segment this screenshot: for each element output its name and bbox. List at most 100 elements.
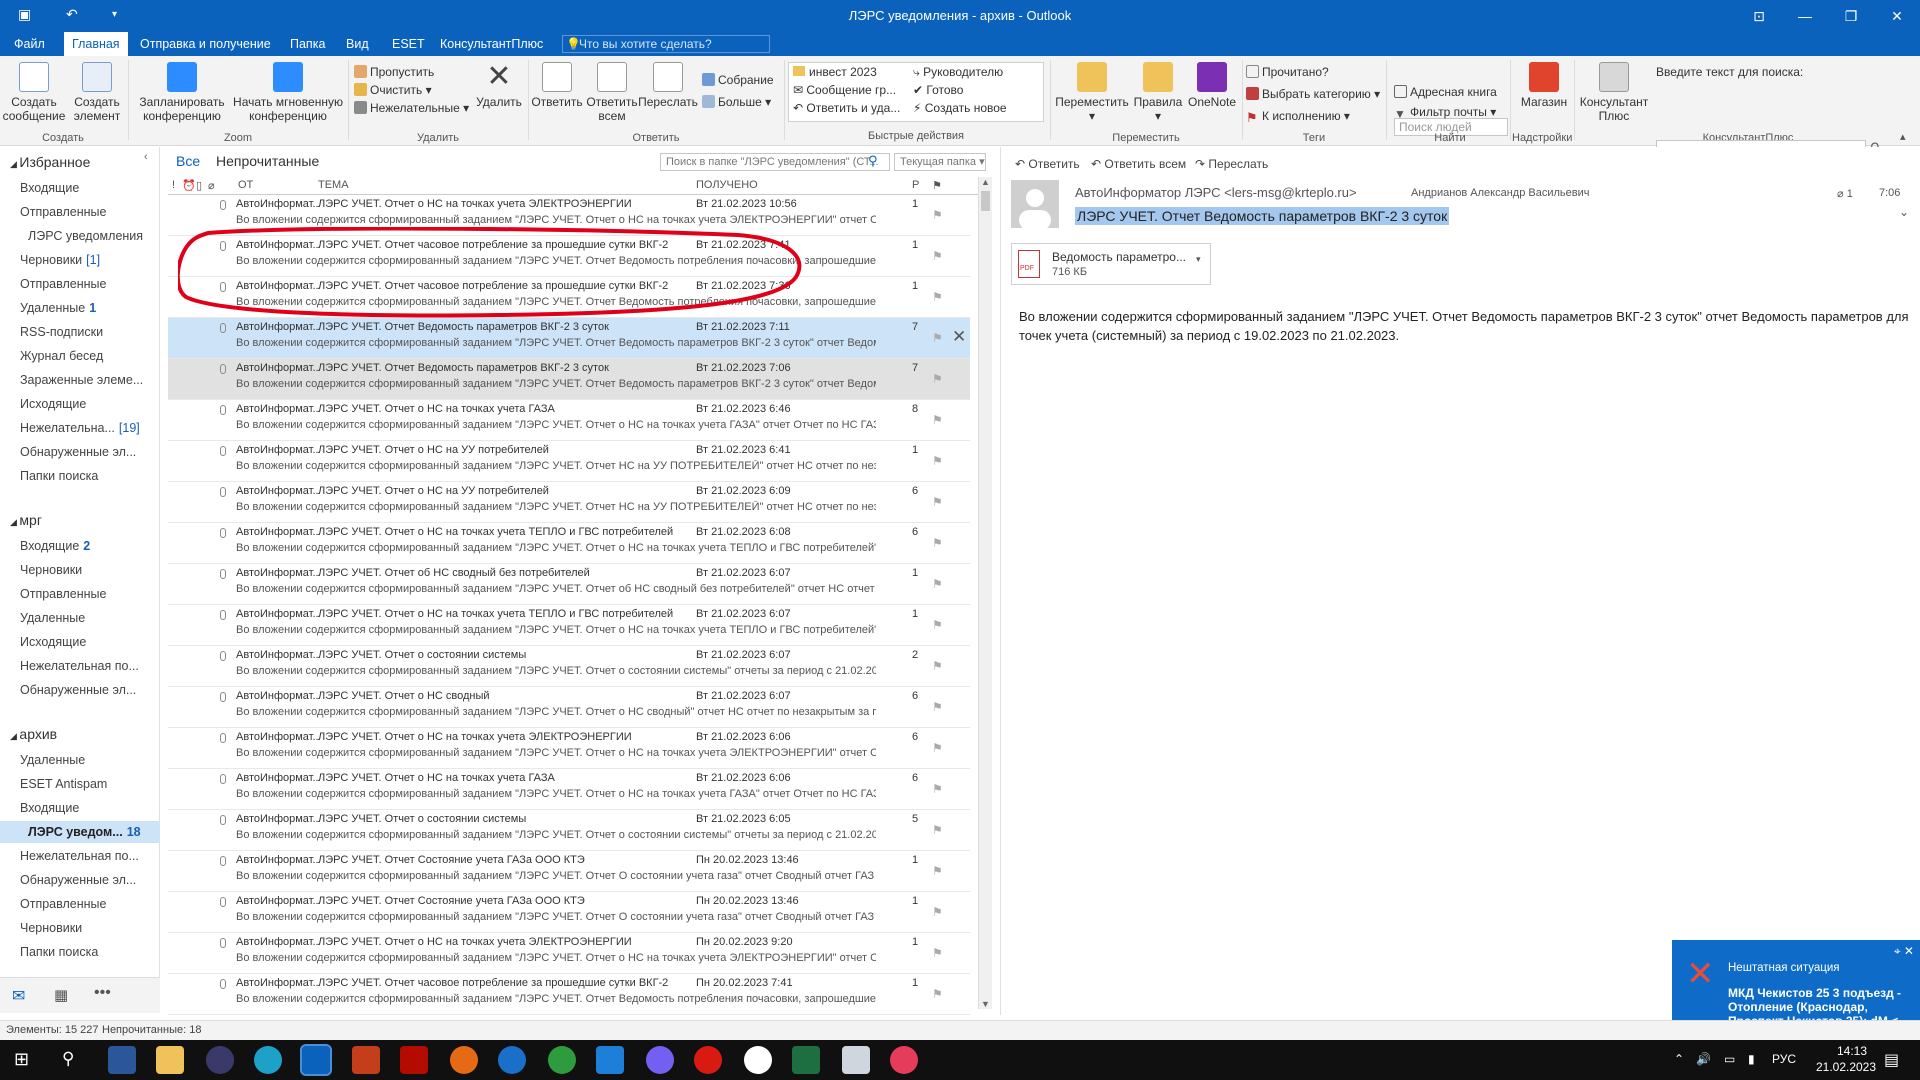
delete-row-icon[interactable]: ✕ — [952, 327, 966, 347]
tab-consultantplus[interactable]: КонсультантПлюс — [432, 32, 551, 56]
nav-folder-item[interactable]: ЛЭРС уведом... 18 — [0, 821, 160, 843]
nav-header[interactable]: ◢ архив — [0, 723, 160, 745]
nav-folder-item[interactable]: Черновики — [0, 559, 160, 581]
tab-eset[interactable]: ESET — [384, 32, 433, 56]
message-row[interactable]: АвтоИнформат... ЛЭРС УЧЕТ. Отчет о состоя… — [168, 646, 970, 687]
nav-folder-item[interactable]: Папки поиска — [0, 941, 160, 963]
attachment-card[interactable]: PDF Ведомость параметро... 716 КБ ▾ — [1011, 243, 1211, 285]
nav-folder-item[interactable]: Удаленные — [0, 749, 160, 771]
schedule-meeting-button[interactable]: Запланировать конференцию — [134, 62, 230, 123]
nav-folder-item[interactable]: Обнаруженные эл... — [0, 441, 160, 463]
scroll-up-icon[interactable]: ▲ — [981, 177, 990, 187]
message-row[interactable]: АвтоИнформат... ЛЭРС УЧЕТ. Отчет о НС на … — [168, 933, 970, 974]
battery-icon[interactable]: ▮ — [1748, 1052, 1755, 1066]
search-scope-select[interactable]: Текущая папка ▾ — [894, 153, 986, 171]
tab-folder[interactable]: Папка — [282, 32, 333, 56]
icon-col-icon[interactable]: ▯ — [196, 179, 202, 192]
message-row[interactable]: АвтоИнформат... ЛЭРС УЧЕТ. Отчет о НС на … — [168, 769, 970, 810]
reminder-col-icon[interactable]: ⏰ — [182, 179, 196, 192]
app-drop-icon[interactable] — [890, 1046, 918, 1074]
nav-folder-item[interactable]: ЛЭРС уведомления — [0, 225, 160, 247]
list-scrollbar[interactable]: ▲ ▼ — [978, 177, 992, 1009]
more-respond-button[interactable]: Больше ▾ — [702, 94, 771, 110]
tab-file[interactable]: Файл — [6, 32, 53, 56]
clock-date[interactable]: 21.02.2023 — [1806, 1060, 1886, 1074]
quick-step-team-email[interactable]: ✉ Сообщение гр... — [793, 83, 896, 97]
outlook-icon[interactable] — [300, 1044, 332, 1076]
sender-address[interactable]: АвтоИнформатор ЛЭРС <lers-msg@krteplo.ru… — [1075, 185, 1357, 200]
scroll-down-icon[interactable]: ▼ — [981, 999, 990, 1009]
flag-icon[interactable]: ⚑ — [932, 290, 944, 304]
store-button[interactable]: Магазин — [1516, 62, 1572, 109]
message-row[interactable]: АвтоИнформат... ЛЭРС УЧЕТ. Отчет о НС сво… — [168, 687, 970, 728]
word-icon[interactable] — [108, 1046, 136, 1074]
yandex-browser-icon[interactable] — [744, 1046, 772, 1074]
nav-header[interactable]: ◢ мрг — [0, 509, 160, 531]
categorize-button[interactable]: Выбрать категорию ▾ — [1246, 86, 1380, 102]
nav-folder-item[interactable]: Входящие — [0, 177, 160, 199]
file-explorer-icon[interactable] — [156, 1046, 184, 1074]
flag-col-icon[interactable]: ⚑ — [932, 179, 942, 192]
attachment-dropdown-icon[interactable]: ▾ — [1196, 254, 1201, 265]
tab-view[interactable]: Вид — [338, 32, 377, 56]
message-row[interactable]: АвтоИнформат... ЛЭРС УЧЕТ. Отчет Ведомост… — [168, 318, 970, 359]
expand-arrow-icon[interactable]: ◢ — [10, 517, 19, 527]
address-book-button[interactable]: Адресная книга — [1394, 84, 1497, 100]
flag-icon[interactable]: ⚑ — [932, 454, 944, 468]
tray-overflow-icon[interactable]: ⌃ — [1674, 1052, 1684, 1066]
expand-arrow-icon[interactable]: ◢ — [10, 731, 19, 741]
read-unread-button[interactable]: Прочитано? — [1246, 64, 1329, 80]
app-globe-icon[interactable] — [206, 1046, 234, 1074]
toast-close-icon[interactable]: ⌖ ✕ — [1894, 944, 1914, 959]
message-row[interactable]: АвтоИнформат... ЛЭРС УЧЕТ. Отчет об НС св… — [168, 564, 970, 605]
flag-icon[interactable]: ⚑ — [932, 372, 944, 386]
excel-icon[interactable] — [792, 1046, 820, 1074]
junk-button[interactable]: Нежелательные ▾ — [354, 100, 469, 116]
minimize-button[interactable]: — — [1782, 0, 1828, 32]
nav-folder-item[interactable]: Черновики — [0, 917, 160, 939]
taskbar-search-icon[interactable]: ⚲ — [62, 1049, 74, 1069]
quick-step-reply-delete[interactable]: ↶ Ответить и уда... — [793, 101, 900, 115]
nav-folder-item[interactable]: Отправленные — [0, 583, 160, 605]
message-row[interactable]: АвтоИнформат... ЛЭРС УЧЕТ. Отчет часовое … — [168, 974, 970, 1015]
attachment-col-icon[interactable]: ⌀ — [208, 179, 215, 192]
nav-folder-item[interactable]: Обнаруженные эл... — [0, 679, 160, 701]
flag-icon[interactable]: ⚑ — [932, 741, 944, 755]
nav-folder-item[interactable]: Исходящие — [0, 631, 160, 653]
quick-step-invest[interactable]: инвест 2023 — [793, 65, 877, 79]
flag-icon[interactable]: ⚑ — [932, 618, 944, 632]
edge-icon[interactable] — [254, 1046, 282, 1074]
nav-folder-item[interactable]: Нежелательная по... — [0, 845, 160, 867]
meeting-button[interactable]: Собрание — [702, 72, 774, 88]
notifications-icon[interactable]: ▤ — [1884, 1050, 1899, 1070]
nav-folder-item[interactable]: Черновики [1] — [0, 249, 160, 271]
nav-folder-item[interactable]: Отправленные — [0, 273, 160, 295]
nav-folder-item[interactable]: Зараженные элеме... — [0, 369, 160, 391]
nav-folder-item[interactable]: Папки поиска — [0, 465, 160, 487]
tell-me-input[interactable]: 💡 Что вы хотите сделать? — [562, 35, 770, 53]
flag-icon[interactable]: ⚑ — [932, 577, 944, 591]
chrome-icon[interactable] — [548, 1046, 576, 1074]
restore-button[interactable]: ❐ — [1828, 0, 1874, 32]
powerpoint-icon[interactable] — [352, 1046, 380, 1074]
quick-step-manager[interactable]: ⤷ Руководителю — [913, 65, 1003, 80]
quick-step-create-new[interactable]: ⚡ Создать новое — [913, 101, 1007, 115]
col-from[interactable]: ОТ — [238, 179, 253, 191]
folder-search-input[interactable]: Поиск в папке "ЛЭРС уведомления" (СТ... — [660, 153, 890, 171]
nav-folder-item[interactable]: Обнаруженные эл... — [0, 869, 160, 891]
message-row[interactable]: АвтоИнформат... ЛЭРС УЧЕТ. Отчет о НС на … — [168, 523, 970, 564]
message-row[interactable]: АвтоИнформат... ЛЭРС УЧЕТ. Отчет о НС на … — [168, 482, 970, 523]
flag-icon[interactable]: ⚑ — [932, 987, 944, 1001]
flag-icon[interactable]: ⚑ — [932, 905, 944, 919]
collapse-ribbon-icon[interactable]: ▴ — [1900, 130, 1906, 143]
filter-unread[interactable]: Непрочитанные — [216, 153, 319, 169]
forward-button[interactable]: Переслать — [638, 62, 698, 109]
message-row[interactable]: АвтоИнформат... ЛЭРС УЧЕТ. Отчет о НС на … — [168, 400, 970, 441]
nav-folder-item[interactable]: RSS-подписки — [0, 321, 160, 343]
consultantplus-button[interactable]: Консультант Плюс — [1578, 62, 1650, 123]
acrobat-icon[interactable] — [400, 1046, 428, 1074]
reading-reply-all-button[interactable]: ↶ Ответить всем — [1091, 157, 1186, 171]
nav-folder-item[interactable]: Исходящие — [0, 393, 160, 415]
flag-icon[interactable]: ⚑ — [932, 864, 944, 878]
importance-col-icon[interactable]: ! — [172, 179, 175, 191]
